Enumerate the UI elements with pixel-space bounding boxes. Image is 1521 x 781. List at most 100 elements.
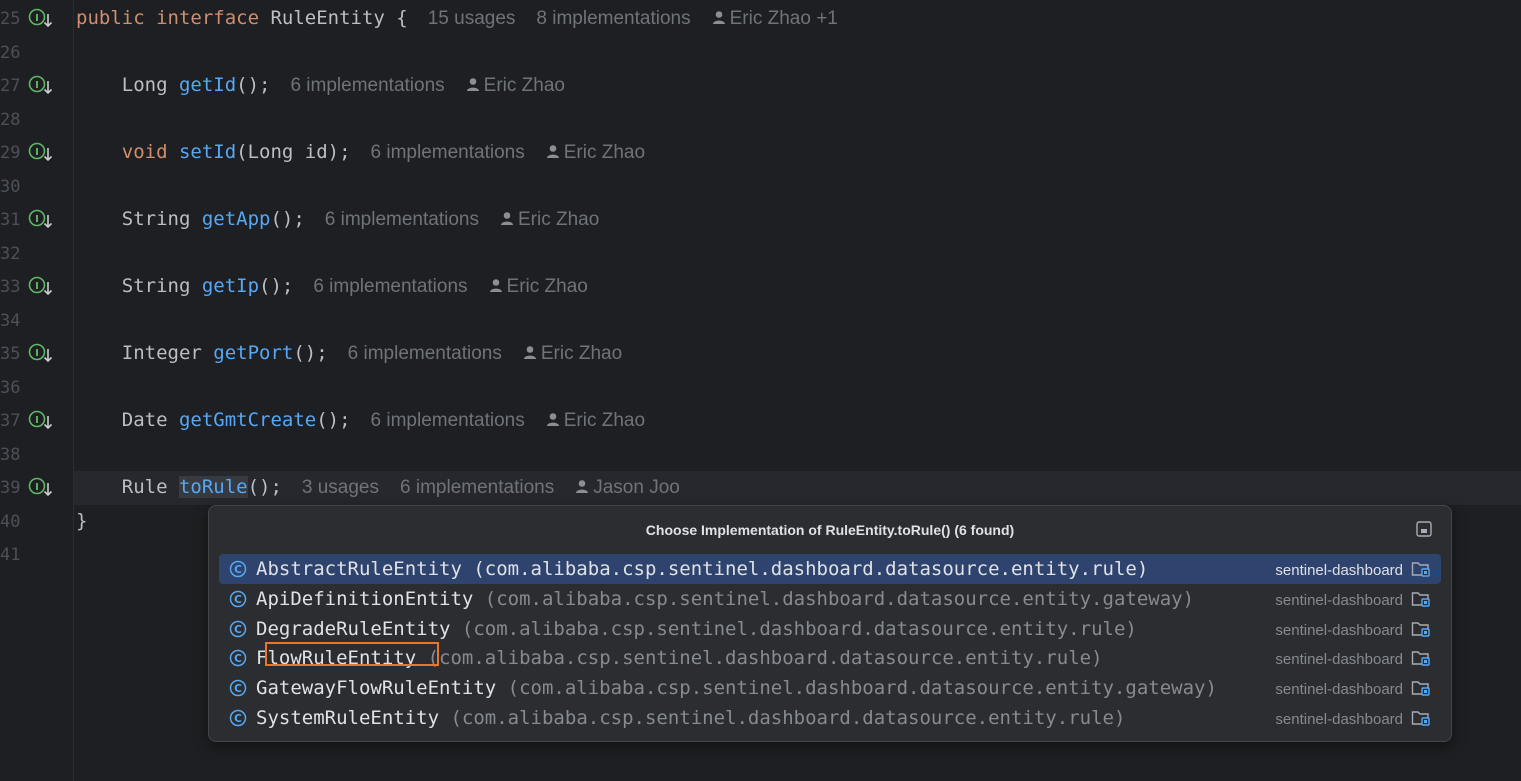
- inlay-hints: 6 implementations Eric Zhao: [313, 276, 588, 298]
- code-text[interactable]: public interface RuleEntity {: [76, 7, 408, 29]
- line-number[interactable]: 35: [0, 344, 20, 364]
- code-line[interactable]: 30: [0, 170, 1521, 204]
- code-line[interactable]: 33 I String getIp(); 6 implementations Eric…: [0, 270, 1521, 304]
- code-line[interactable]: 29 I void setId(Long id); 6 implementation…: [0, 136, 1521, 170]
- author-hint[interactable]: Eric Zhao: [500, 209, 599, 230]
- implemented-down-arrow-icon[interactable]: I: [28, 8, 54, 30]
- author-hint[interactable]: Jason Joo: [575, 477, 680, 498]
- code-text[interactable]: void setId(Long id);: [76, 141, 351, 163]
- line-number[interactable]: 32: [0, 244, 20, 264]
- line-number[interactable]: 27: [0, 76, 20, 96]
- line-number[interactable]: 39: [0, 478, 20, 498]
- inlay-hints: 3 usages 6 implementations Jason Joo: [302, 477, 680, 499]
- code-vision-hint[interactable]: 3 usages: [302, 477, 379, 498]
- code-vision-hint[interactable]: 6 implementations: [371, 410, 525, 431]
- implemented-down-arrow-icon[interactable]: I: [28, 209, 54, 231]
- code-line[interactable]: 25 Ipublic interface RuleEntity { 15 usage…: [0, 2, 1521, 36]
- implemented-down-arrow-icon[interactable]: I: [28, 343, 54, 365]
- code-text[interactable]: Integer getPort();: [76, 342, 328, 364]
- implementation-item[interactable]: C GatewayFlowRuleEntity (com.alibaba.csp.…: [219, 673, 1441, 703]
- module-name: sentinel-dashboard: [1275, 681, 1403, 699]
- author-hint[interactable]: Eric Zhao: [523, 343, 622, 364]
- line-number[interactable]: 41: [0, 545, 20, 565]
- implementation-item[interactable]: C FlowRuleEntity (com.alibaba.csp.sentine…: [219, 642, 1441, 673]
- user-icon: [546, 145, 559, 158]
- code-line[interactable]: 35 I Integer getPort(); 6 implementations E…: [0, 337, 1521, 371]
- author-name: Jason Joo: [593, 477, 680, 498]
- package-name: (com.alibaba.csp.sentinel.dashboard.data…: [507, 677, 1217, 700]
- implementation-item[interactable]: C DegradeRuleEntity (com.alibaba.csp.sent…: [219, 614, 1441, 644]
- svg-text:C: C: [234, 683, 242, 695]
- implemented-down-arrow-icon[interactable]: I: [28, 75, 54, 97]
- code-token: ();: [293, 342, 328, 364]
- code-vision-hint[interactable]: 6 implementations: [313, 276, 467, 297]
- class-icon: C: [229, 560, 247, 578]
- line-number[interactable]: 29: [0, 143, 20, 163]
- author-hint[interactable]: Eric Zhao: [489, 276, 588, 297]
- code-vision-hint[interactable]: 6 implementations: [371, 142, 525, 163]
- author-hint[interactable]: Eric Zhao: [466, 75, 565, 96]
- line-number[interactable]: 40: [0, 512, 20, 532]
- choose-implementation-popup: Choose Implementation of RuleEntity.toRu…: [208, 505, 1452, 742]
- code-token: getId: [178, 74, 237, 96]
- code-text[interactable]: String getApp();: [76, 208, 305, 230]
- author-hint[interactable]: Eric Zhao: [546, 142, 645, 163]
- code-token: void: [76, 141, 179, 163]
- code-line[interactable]: 38: [0, 438, 1521, 472]
- code-text[interactable]: }: [76, 510, 87, 532]
- code-vision-hint[interactable]: 6 implementations: [348, 343, 502, 364]
- line-number[interactable]: 25: [0, 9, 20, 29]
- line-number[interactable]: 26: [0, 43, 20, 63]
- line-number[interactable]: 38: [0, 445, 20, 465]
- line-number[interactable]: 33: [0, 277, 20, 297]
- code-token: Long: [76, 74, 179, 96]
- code-vision-hint[interactable]: 15 usages: [428, 8, 516, 29]
- class-name: AbstractRuleEntity: [256, 558, 462, 580]
- code-line[interactable]: 36: [0, 371, 1521, 405]
- author-hint[interactable]: Eric Zhao +1: [712, 8, 838, 29]
- code-vision-hint[interactable]: 6 implementations: [400, 477, 554, 498]
- line-number[interactable]: 28: [0, 110, 20, 130]
- code-line[interactable]: 34: [0, 304, 1521, 338]
- author-name: Eric Zhao: [506, 276, 588, 297]
- class-name: GatewayFlowRuleEntity: [256, 677, 497, 700]
- line-number[interactable]: 34: [0, 311, 20, 331]
- implemented-down-arrow-icon[interactable]: I: [28, 276, 54, 298]
- author-name: Eric Zhao: [563, 142, 646, 163]
- code-text[interactable]: Rule toRule();: [76, 476, 282, 498]
- implementation-item[interactable]: C SystemRuleEntity (com.alibaba.csp.senti…: [219, 703, 1441, 733]
- line-number[interactable]: 37: [0, 411, 20, 431]
- code-vision-hint[interactable]: 6 implementations: [290, 75, 444, 96]
- implemented-down-arrow-icon[interactable]: I: [28, 410, 54, 432]
- code-line[interactable]: 28: [0, 103, 1521, 137]
- code-text[interactable]: String getIp();: [76, 275, 294, 297]
- code-vision-hint[interactable]: 6 implementations: [325, 209, 479, 230]
- author-hint[interactable]: Eric Zhao: [546, 410, 645, 431]
- implementation-item[interactable]: C AbstractRuleEntity (com.alibaba.csp.sen…: [219, 554, 1441, 584]
- code-token: public: [76, 7, 157, 29]
- implemented-down-arrow-icon[interactable]: I: [28, 477, 54, 499]
- code-line[interactable]: 37 I Date getGmtCreate(); 6 implementation…: [0, 404, 1521, 438]
- open-in-window-icon[interactable]: [1415, 520, 1433, 538]
- svg-text:C: C: [234, 624, 242, 636]
- implemented-down-arrow-icon[interactable]: I: [28, 142, 54, 164]
- line-number[interactable]: 31: [0, 210, 20, 230]
- line-number[interactable]: 30: [0, 177, 20, 197]
- code-line[interactable]: 27 I Long getId(); 6 implementations Eric Z…: [0, 69, 1521, 103]
- code-text[interactable]: Long getId();: [76, 74, 271, 96]
- line-number[interactable]: 36: [0, 378, 20, 398]
- class-icon: C: [229, 649, 247, 667]
- code-text[interactable]: Date getGmtCreate();: [76, 409, 351, 431]
- code-line[interactable]: 31 I String getApp(); 6 implementations Eri…: [0, 203, 1521, 237]
- package-name: (com.alibaba.csp.sentinel.dashboard.data…: [461, 617, 1137, 640]
- code-line[interactable]: 26: [0, 36, 1521, 70]
- module-name: sentinel-dashboard: [1275, 591, 1403, 609]
- user-icon: [523, 346, 536, 359]
- code-vision-hint[interactable]: 8 implementations: [536, 8, 690, 29]
- code-line[interactable]: 32: [0, 237, 1521, 271]
- class-name-line: DegradeRuleEntity (com.alibaba.csp.senti…: [256, 618, 1137, 640]
- code-line[interactable]: 39 I Rule toRule(); 3 usages 6 implementati…: [0, 471, 1521, 505]
- author-name: Eric Zhao: [483, 75, 565, 96]
- class-icon: C: [229, 709, 247, 727]
- implementation-item[interactable]: C ApiDefinitionEntity (com.alibaba.csp.se…: [219, 584, 1441, 614]
